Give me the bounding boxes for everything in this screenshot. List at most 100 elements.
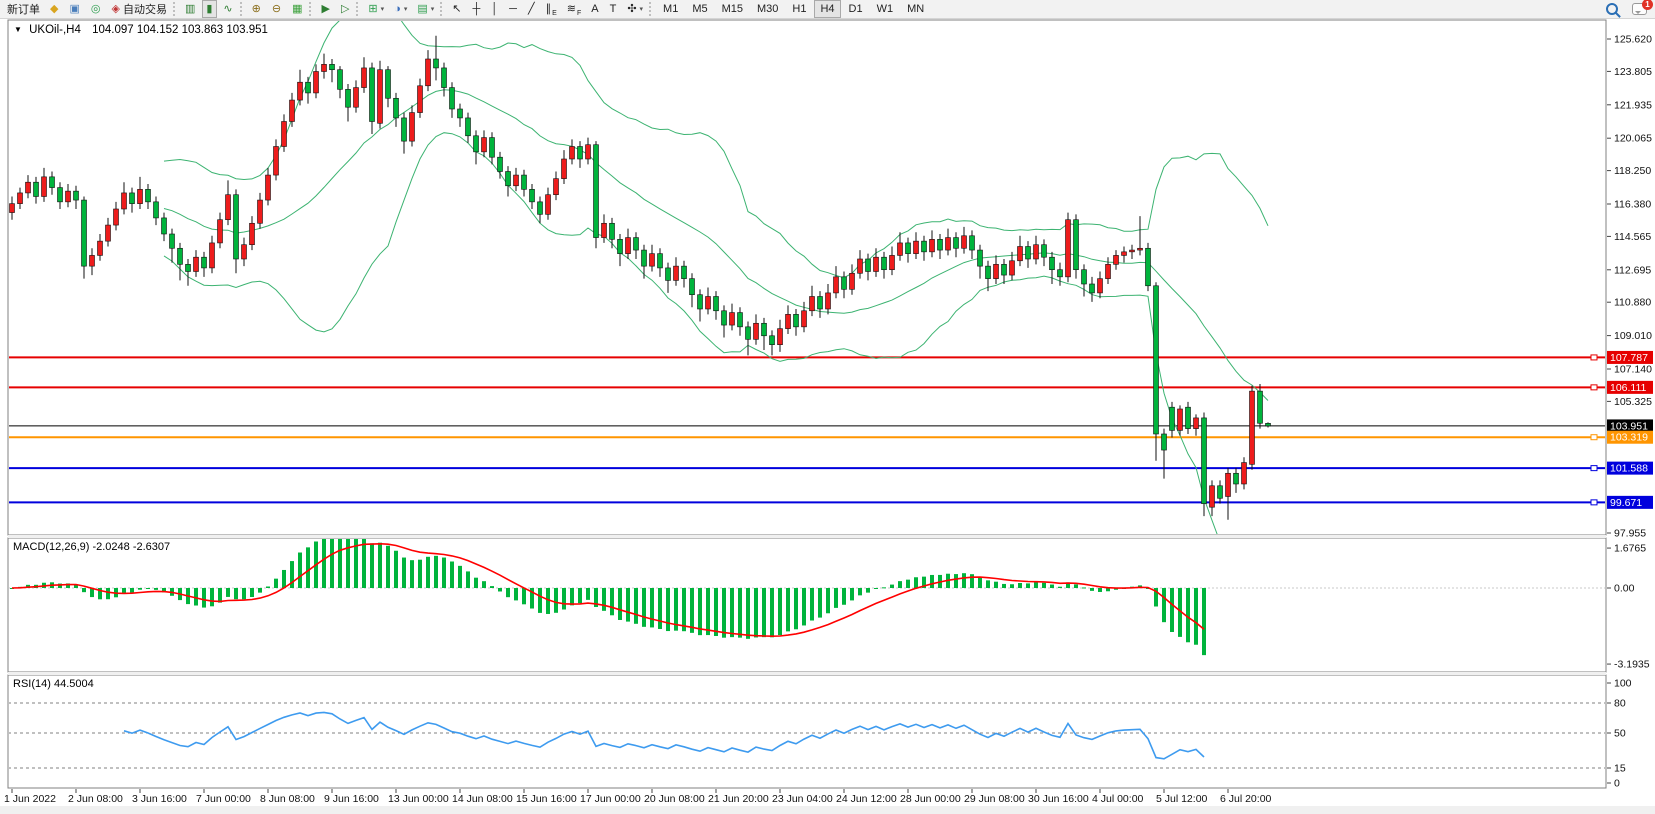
macd-histogram-bar [714,588,718,636]
timeframe-h4-button[interactable]: H4 [814,0,840,18]
macd-histogram-bar [1034,582,1038,588]
macd-histogram-bar [442,558,446,588]
bear-candle [34,182,39,196]
bear-candle [1154,286,1159,434]
collapse-ohlc-button[interactable]: ▼ [14,25,22,34]
auto-scroll-button[interactable]: ▶ [317,0,334,18]
autotrading-icon: ◈ [111,4,119,15]
timeframe-mn-button[interactable]: MN [901,0,930,18]
crosshair-button[interactable]: ┼ [468,0,485,18]
macd-histogram-bar [810,588,814,621]
level-handle-101.588[interactable] [1591,466,1597,471]
vertical-line-button[interactable]: │ [487,0,503,18]
text-label-button[interactable]: T [606,0,622,18]
rsi-pane[interactable] [8,675,1606,788]
bear-candle [1074,220,1079,270]
signals-icon[interactable]: ◎ [87,0,106,18]
vertical-line-icon: │ [491,4,498,15]
bull-candle [226,195,231,220]
bull-candle [586,145,591,159]
bull-candle [1106,264,1111,278]
timeframe-w1-button[interactable]: W1 [871,0,900,18]
terminal-icon[interactable]: ▣ [65,0,84,18]
bear-candle [386,70,391,99]
trendline-icon: ╱ [528,4,535,15]
main-chart-pane[interactable] [8,20,1606,535]
bar-chart-button[interactable]: ▥ [181,0,200,18]
equidistant-channel-icon: ∥ [546,4,552,15]
macd-histogram-bar [1074,584,1078,588]
fibonacci-button[interactable]: ≋F [563,0,586,18]
candlestick-button[interactable]: ▮ [202,0,217,18]
level-handle-106.111[interactable] [1591,385,1597,390]
macd-histogram-bar [970,574,974,588]
bear-candle [922,241,927,252]
macd-histogram-bar [522,588,526,604]
bear-candle [1082,270,1087,284]
macd-histogram-bar [1018,583,1022,588]
new-order-button[interactable]: 新订单 [1,0,44,18]
profiles-clock-icon: ◑ [394,4,401,15]
fibonacci-icon: ≋ [567,4,576,15]
bull-candle [242,245,247,259]
macd-histogram-bar [898,581,902,588]
bull-candle [354,88,359,108]
macd-histogram-bar [682,588,686,631]
macd-histogram-bar [954,574,958,588]
rsi-tick-label: 15 [1614,763,1626,775]
chart-gem-icon-icon: ◆ [50,4,58,15]
indicators-button[interactable]: ▤▾ [413,0,438,18]
new-chart-button[interactable]: ⊞▾ [364,0,388,18]
timeframe-h1-button[interactable]: H1 [786,0,812,18]
trendline-button[interactable]: ╱ [524,0,540,18]
chart-canvas[interactable]: 125.620123.805121.935120.065118.250116.3… [0,0,1655,814]
search-icon[interactable] [1606,3,1618,15]
macd-histogram-bar [434,556,438,588]
bear-candle [770,336,775,345]
chart-panes[interactable] [8,20,1606,788]
macd-histogram-bar [490,586,494,588]
chart-shift-button[interactable]: ▷ [337,0,354,18]
toolbar-separator [440,2,446,16]
timeframe-m1-button[interactable]: M1 [657,0,684,18]
level-handle-107.787[interactable] [1591,355,1597,360]
arrows-icon: ✣ [627,4,636,15]
tile-windows-button[interactable]: ▦ [288,0,307,18]
chart-gem-icon[interactable]: ◆ [46,0,63,18]
chart-title: ▼ UKOil-,H4 104.097 104.152 103.863 103.… [14,24,268,36]
profiles-clock-button[interactable]: ◑▾ [390,0,411,18]
autotrading-button[interactable]: ◈自动交易 [107,0,170,18]
bear-candle [1234,473,1239,484]
equidistant-channel-button[interactable]: ∥E [542,0,561,18]
pane-splitter[interactable] [8,535,1606,538]
cursor-button[interactable]: ↖ [448,0,466,18]
macd-pane[interactable] [8,538,1606,672]
bull-candle [10,204,15,213]
bull-candle [1130,250,1135,252]
horizontal-line-button[interactable]: ─ [505,0,522,18]
text-button[interactable]: A [587,0,603,18]
bear-candle [186,264,191,271]
zoom-in-button[interactable]: ⊕ [248,0,266,18]
bear-candle [698,295,703,309]
toolbar-separator [356,2,362,16]
pane-splitter[interactable] [8,672,1606,675]
level-handle-103.319[interactable] [1591,435,1597,440]
macd-histogram-bar [850,588,854,600]
notifications-icon[interactable]: 1 [1632,3,1647,15]
bear-candle [146,189,151,201]
macd-histogram-bar [914,577,918,588]
macd-histogram-bar [834,588,838,608]
timeframe-m5-button[interactable]: M5 [686,0,713,18]
timeframe-m15-button[interactable]: M15 [716,0,749,18]
timeframe-m30-button[interactable]: M30 [751,0,784,18]
level-handle-99.671[interactable] [1591,500,1597,505]
timeframe-d1-button[interactable]: D1 [843,0,869,18]
line-chart-button[interactable]: ∿ [219,0,237,18]
zoom-out-button[interactable]: ⊖ [268,0,286,18]
bear-candle [154,202,159,218]
bull-candle [1018,246,1023,260]
macd-histogram-bar [370,543,374,588]
arrows-button[interactable]: ✣▾ [623,0,647,18]
chevron-down-icon: ▾ [404,5,408,13]
